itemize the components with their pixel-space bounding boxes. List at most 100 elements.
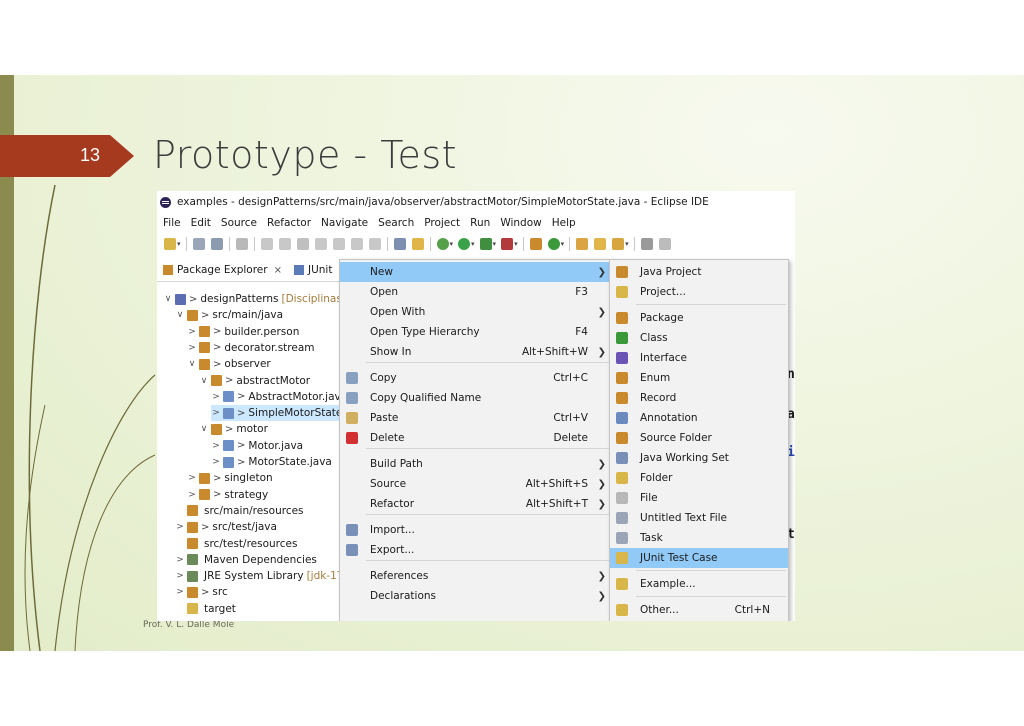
twisty-icon[interactable]: ∨ bbox=[199, 424, 209, 434]
twisty-icon[interactable]: > bbox=[175, 587, 185, 597]
menu-source[interactable]: Source bbox=[221, 217, 257, 229]
open-task-icon[interactable] bbox=[612, 238, 625, 250]
tree-item[interactable]: > > strategy bbox=[187, 487, 268, 503]
new-java-package-icon[interactable] bbox=[529, 238, 542, 250]
menu-item-import[interactable]: Import... bbox=[340, 520, 612, 540]
debug-icon[interactable] bbox=[436, 238, 449, 250]
twisty-icon[interactable]: ∨ bbox=[175, 310, 185, 320]
new-icon[interactable] bbox=[164, 238, 176, 250]
twisty-icon[interactable]: ∨ bbox=[199, 376, 209, 386]
tree-item[interactable]: > > src bbox=[175, 584, 228, 600]
tree-item[interactable]: ∨ > src/main/java bbox=[175, 307, 283, 323]
step-into-icon[interactable] bbox=[332, 238, 345, 250]
close-icon[interactable]: ⨯ bbox=[274, 265, 282, 276]
twisty-icon[interactable]: > bbox=[175, 571, 185, 581]
tab-package-explorer[interactable]: Package Explorer ⨯ bbox=[157, 259, 288, 281]
resume-icon[interactable] bbox=[260, 238, 273, 250]
suspend-icon[interactable] bbox=[278, 238, 291, 250]
tree-item[interactable]: > > singleton bbox=[187, 470, 272, 486]
menu-help[interactable]: Help bbox=[552, 217, 576, 229]
menu-refactor[interactable]: Refactor bbox=[267, 217, 311, 229]
submenu-item-folder[interactable]: Folder bbox=[610, 468, 788, 488]
twisty-icon[interactable]: > bbox=[211, 392, 221, 402]
submenu-item-enum[interactable]: Enum bbox=[610, 368, 788, 388]
submenu-item-file[interactable]: File bbox=[610, 488, 788, 508]
tree-item[interactable]: > > SimpleMotorState bbox=[211, 405, 343, 422]
submenu-item-interface[interactable]: Interface bbox=[610, 348, 788, 368]
submenu-item-other[interactable]: Other... Ctrl+N bbox=[610, 600, 788, 620]
tree-item[interactable]: > > Motor.java bbox=[211, 438, 303, 454]
menu-item-copy-qualified-name[interactable]: Copy Qualified Name bbox=[340, 388, 612, 408]
submenu-item-annotation[interactable]: Annotation bbox=[610, 408, 788, 428]
twisty-icon[interactable]: ∨ bbox=[163, 294, 173, 304]
run-icon[interactable] bbox=[458, 238, 471, 250]
menu-item-source[interactable]: Source Alt+Shift+S ❯ bbox=[340, 474, 612, 494]
submenu-item-project[interactable]: Project... bbox=[610, 282, 788, 302]
menu-file[interactable]: File bbox=[163, 217, 181, 229]
search-icon[interactable] bbox=[235, 238, 248, 250]
run-external-icon[interactable] bbox=[479, 238, 492, 250]
menu-edit[interactable]: Edit bbox=[191, 217, 211, 229]
run-coverage-icon[interactable] bbox=[501, 238, 514, 250]
twisty-icon[interactable]: ∨ bbox=[187, 359, 197, 369]
terminal-icon[interactable] bbox=[393, 238, 406, 250]
submenu-item-java-project[interactable]: Java Project bbox=[610, 262, 788, 282]
tree-item[interactable]: > > src/test/java bbox=[175, 519, 277, 535]
menu-item-declarations[interactable]: Declarations ❯ bbox=[340, 586, 612, 606]
menu-item-build-path[interactable]: Build Path ❯ bbox=[340, 454, 612, 474]
twisty-icon[interactable]: > bbox=[175, 522, 185, 532]
menu-search[interactable]: Search bbox=[378, 217, 414, 229]
submenu-item-java-working-set[interactable]: Java Working Set bbox=[610, 448, 788, 468]
menu-item-open-with[interactable]: Open With ❯ bbox=[340, 302, 612, 322]
submenu-item-class[interactable]: Class bbox=[610, 328, 788, 348]
twisty-icon[interactable]: > bbox=[187, 343, 197, 353]
menu-item-open[interactable]: Open F3 bbox=[340, 282, 612, 302]
submenu-item-package[interactable]: Package bbox=[610, 308, 788, 328]
tree-item[interactable]: > > AbstractMotor.jav bbox=[211, 389, 341, 405]
menu-run[interactable]: Run bbox=[470, 217, 490, 229]
submenu-item-junit-test-case[interactable]: JUnit Test Case bbox=[610, 548, 788, 568]
tree-item[interactable]: ∨ > designPatterns [Disciplinas 2 bbox=[163, 291, 352, 307]
submenu-item-record[interactable]: Record bbox=[610, 388, 788, 408]
menu-item-copy[interactable]: Copy Ctrl+C bbox=[340, 368, 612, 388]
tree-item[interactable]: > > builder.person bbox=[187, 324, 299, 340]
menu-window[interactable]: Window bbox=[500, 217, 541, 229]
submenu-item-source-folder[interactable]: Source Folder bbox=[610, 428, 788, 448]
open-folder-icon[interactable] bbox=[594, 238, 607, 250]
menu-item-new[interactable]: New ❯ bbox=[340, 262, 612, 282]
save-all-icon[interactable] bbox=[210, 238, 223, 250]
menu-item-open-type-hierarchy[interactable]: Open Type Hierarchy F4 bbox=[340, 322, 612, 342]
coverage-icon[interactable] bbox=[411, 238, 424, 250]
twisty-icon[interactable]: > bbox=[211, 441, 221, 451]
twisty-icon[interactable]: > bbox=[211, 408, 221, 418]
menu-item-references[interactable]: References ❯ bbox=[340, 566, 612, 586]
terminate-icon[interactable] bbox=[296, 238, 309, 250]
disconnect-icon[interactable] bbox=[314, 238, 327, 250]
new-java-class-icon[interactable] bbox=[547, 238, 560, 250]
menu-item-show-in[interactable]: Show In Alt+Shift+W ❯ bbox=[340, 342, 612, 362]
tree-item[interactable]: > Maven Dependencies bbox=[175, 552, 317, 568]
twisty-icon[interactable]: > bbox=[175, 555, 185, 565]
tree-item[interactable]: > > decorator.stream bbox=[187, 340, 314, 356]
tree-item[interactable]: target bbox=[175, 601, 236, 617]
step-over-icon[interactable] bbox=[350, 238, 363, 250]
tab-junit[interactable]: JUnit bbox=[288, 259, 338, 281]
tree-item[interactable]: > JRE System Library [jdk-17.0 bbox=[175, 568, 353, 584]
submenu-item-example[interactable]: Example... bbox=[610, 574, 788, 594]
pin-icon[interactable] bbox=[640, 238, 653, 250]
save-icon[interactable] bbox=[192, 238, 205, 250]
twisty-icon[interactable]: > bbox=[187, 327, 197, 337]
menu-project[interactable]: Project bbox=[424, 217, 460, 229]
menu-item-delete[interactable]: Delete Delete bbox=[340, 428, 612, 448]
tree-item[interactable]: ∨ > motor bbox=[199, 421, 268, 437]
edit-icon[interactable] bbox=[658, 238, 671, 250]
tree-item[interactable]: ∨ > abstractMotor bbox=[199, 373, 310, 389]
step-return-icon[interactable] bbox=[368, 238, 381, 250]
submenu-item-untitled-text-file[interactable]: Untitled Text File bbox=[610, 508, 788, 528]
twisty-icon[interactable]: > bbox=[211, 457, 221, 467]
twisty-icon[interactable]: > bbox=[187, 490, 197, 500]
open-type-icon[interactable] bbox=[576, 238, 589, 250]
menu-item-paste[interactable]: Paste Ctrl+V bbox=[340, 408, 612, 428]
menu-item-refactor[interactable]: Refactor Alt+Shift+T ❯ bbox=[340, 494, 612, 514]
tree-item[interactable]: > > MotorState.java bbox=[211, 454, 332, 470]
